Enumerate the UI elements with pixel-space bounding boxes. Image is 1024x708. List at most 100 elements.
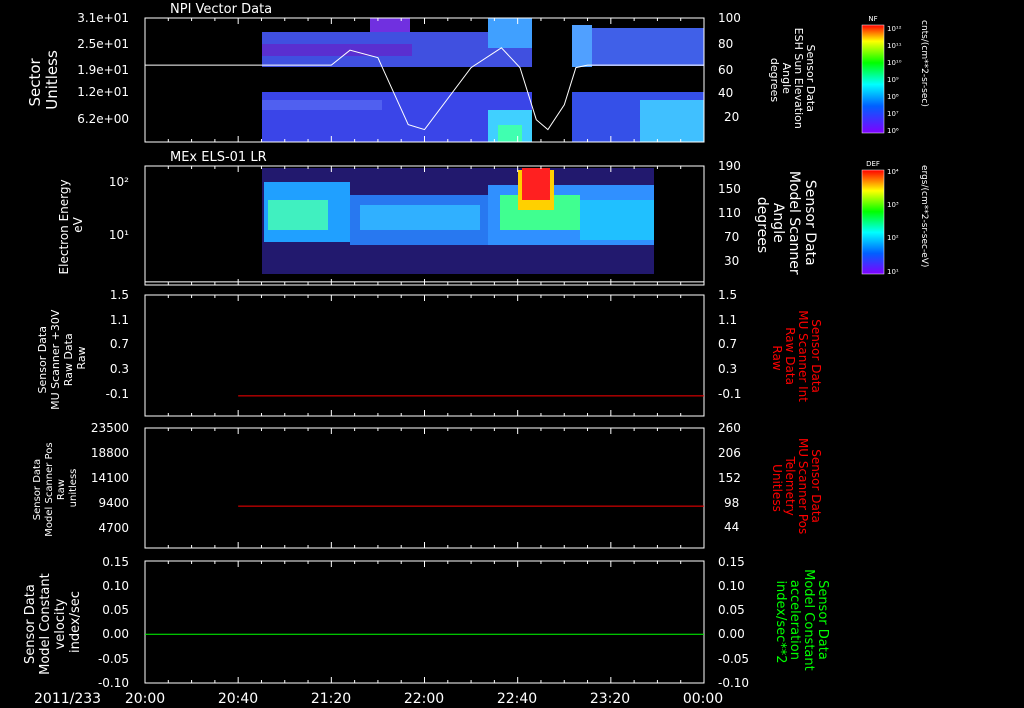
panel-els-yticks-right: 190 150 110 70 30 xyxy=(718,159,741,268)
panel-els-yticks-left: 10² 10¹ xyxy=(109,175,129,242)
colorbar-nf-label: 10⁷ xyxy=(887,110,899,118)
panel-scanpos-yticks-right: 260 206 152 98 44 xyxy=(718,421,741,534)
panel-els-heatmap xyxy=(262,168,654,274)
panel-constant-yticks-left: 0.15 0.10 0.05 0.00 -0.05 -0.10 xyxy=(98,555,129,690)
colorbar-nf: NF 10¹² 10¹¹ 10¹⁰ 10⁹ 10⁸ 10⁷ 10⁶ cnts/(… xyxy=(861,15,929,135)
constant-y2tick: 0.00 xyxy=(718,627,745,641)
constant-ylabel-left: Sensor Data Model Constant velocity inde… xyxy=(23,569,83,675)
npi-spike-bright xyxy=(488,18,532,48)
x-tick-label: 20:00 xyxy=(125,691,165,707)
npi-band-top-dark xyxy=(262,44,412,56)
scanpos-ytick: 4700 xyxy=(98,521,129,535)
colorbar-nf-label: 10¹¹ xyxy=(887,42,902,50)
npi-y2tick: 60 xyxy=(718,63,733,77)
panel-npi-yticks-left: 3.1e+01 2.5e+01 1.9e+01 1.2e+01 6.2e+00 xyxy=(77,11,129,126)
mu30v-y2tick: -0.1 xyxy=(718,387,741,401)
colorbar-def-label: 10³ xyxy=(887,201,899,209)
panel-mu30v-frame xyxy=(144,294,705,417)
colorbar-def: DEF 10⁴ 10³ 10² 10¹ ergs/(cm**2-sr-sec-e… xyxy=(861,160,929,276)
npi-ytick: 1.2e+01 xyxy=(77,85,129,99)
els-y2tick: 190 xyxy=(718,159,741,173)
x-tick-label: 21:20 xyxy=(311,691,351,707)
constant-ytick: 0.00 xyxy=(102,627,129,641)
panel-els-title: MEx ELS-01 LR xyxy=(170,150,267,165)
els-band-mid-bright xyxy=(360,205,480,230)
els-y2tick: 110 xyxy=(718,206,741,220)
els-band-right-tail xyxy=(580,200,654,240)
npi-ytick: 2.5e+01 xyxy=(77,37,129,51)
npi-ytick: 1.9e+01 xyxy=(77,63,129,77)
npi-bright-right-low xyxy=(640,100,704,142)
x-tick-label: 22:00 xyxy=(404,691,444,707)
colorbar-def-label: 10⁴ xyxy=(887,168,899,176)
panel-scanpos-frame xyxy=(144,427,705,549)
scanpos-ytick: 23500 xyxy=(91,421,129,435)
constant-ytick: -0.10 xyxy=(98,676,129,690)
npi-y2tick: 40 xyxy=(718,86,733,100)
npi-band-bottom-light xyxy=(262,100,382,110)
constant-ytick: 0.10 xyxy=(102,579,129,593)
panel-mu30v-yticks-right: 1.5 1.1 0.7 0.3 -0.1 xyxy=(718,288,741,401)
constant-ylabel-right: Sensor Data Model Constant acceleration … xyxy=(773,569,830,675)
constant-ytick: 0.05 xyxy=(102,603,129,617)
constant-ytick: 0.15 xyxy=(102,555,129,569)
x-tick-label: 00:00 xyxy=(683,691,723,707)
els-y2tick: 150 xyxy=(718,182,741,196)
scanpos-y2tick: 260 xyxy=(718,421,741,435)
els-y2tick: 30 xyxy=(724,254,739,268)
constant-y2tick: 0.05 xyxy=(718,603,745,617)
panel-scanpos-yticks-left: 23500 18800 14100 9400 4700 xyxy=(91,421,129,535)
npi-y2tick: 80 xyxy=(718,37,733,51)
els-band-left-core xyxy=(268,200,328,230)
mu30v-ylabel-right: Sensor Data MU Scanner Int Raw Data Raw xyxy=(770,310,823,406)
panel-npi-heatmap xyxy=(262,18,704,142)
colorbar-nf-label: 10¹² xyxy=(887,25,902,33)
scanpos-ylabel-right: Sensor Data MU Scanner Pos Telemetry Uni… xyxy=(770,438,823,538)
panel-npi-yticks-right: 100 80 60 40 20 xyxy=(718,11,741,124)
panel-npi-title: NPI Vector Data xyxy=(170,2,272,17)
colorbar-def-label: 10¹ xyxy=(887,268,899,276)
scanpos-y2tick: 98 xyxy=(724,496,739,510)
els-ylabel-right: Sensor Data Model Scanner Angle degrees xyxy=(754,171,818,279)
scanpos-ytick: 14100 xyxy=(91,471,129,485)
colorbar-def-units: ergs/(cm**2-sr-sec-eV) xyxy=(919,165,929,267)
els-burst-red xyxy=(522,168,550,200)
constant-y2tick: 0.15 xyxy=(718,555,745,569)
npi-spike-left xyxy=(370,18,410,32)
mu30v-y2tick: 1.5 xyxy=(718,288,737,302)
mu30v-ytick: 1.5 xyxy=(110,288,129,302)
colorbar-nf-label: 10⁹ xyxy=(887,76,899,84)
mu30v-ytick: 1.1 xyxy=(110,313,129,327)
scanpos-y2tick: 206 xyxy=(718,446,741,460)
chart-canvas: NPI Vector Data 3.1e+01 2.5e+01 1.9e+01 … xyxy=(23,2,929,707)
constant-y2tick: -0.10 xyxy=(718,676,749,690)
npi-spike-green xyxy=(498,125,522,142)
colorbar-nf-label: 10¹⁰ xyxy=(887,59,902,67)
x-tick-label: 22:40 xyxy=(497,691,537,707)
mu30v-ytick: 0.7 xyxy=(110,337,129,351)
colorbar-def-title: DEF xyxy=(866,160,880,168)
panel-constant-yticks-right: 0.15 0.10 0.05 0.00 -0.05 -0.10 xyxy=(718,555,749,690)
colorbar-nf-label: 10⁸ xyxy=(887,93,899,101)
colorbar-nf-title: NF xyxy=(868,15,877,23)
colorbar-def-label: 10² xyxy=(887,234,899,242)
els-ylabel-left: Electron Energy eV xyxy=(57,176,85,275)
colorbar-nf-units: cnts/(cm**2-sr-sec) xyxy=(919,20,929,107)
x-date-label: 2011/233 xyxy=(34,691,101,707)
npi-ylabel-right: Sensor Data ESH Sun Elevation Angle degr… xyxy=(768,28,817,133)
els-ytick: 10² xyxy=(109,175,129,189)
mu30v-ytick: 0.3 xyxy=(110,362,129,376)
colorbar-nf-label: 10⁶ xyxy=(887,127,899,135)
mu30v-ytick: -0.1 xyxy=(106,387,129,401)
panel-constant-frame xyxy=(144,560,705,684)
npi-bright-right xyxy=(572,25,592,67)
constant-y2tick: 0.10 xyxy=(718,579,745,593)
panel-scanpos: 23500 18800 14100 9400 4700 260 206 152 … xyxy=(32,421,823,549)
x-tick-label: 23:20 xyxy=(590,691,630,707)
mu30v-y2tick: 0.3 xyxy=(718,362,737,376)
npi-ytick: 6.2e+00 xyxy=(77,112,129,126)
x-axis: 2011/233 20:00 20:40 21:20 22:00 22:40 2… xyxy=(34,691,723,707)
scanpos-ytick: 18800 xyxy=(91,446,129,460)
panel-mu30v-yticks-left: 1.5 1.1 0.7 0.3 -0.1 xyxy=(106,288,129,401)
npi-ylabel-left: Sector Unitless xyxy=(26,50,61,110)
